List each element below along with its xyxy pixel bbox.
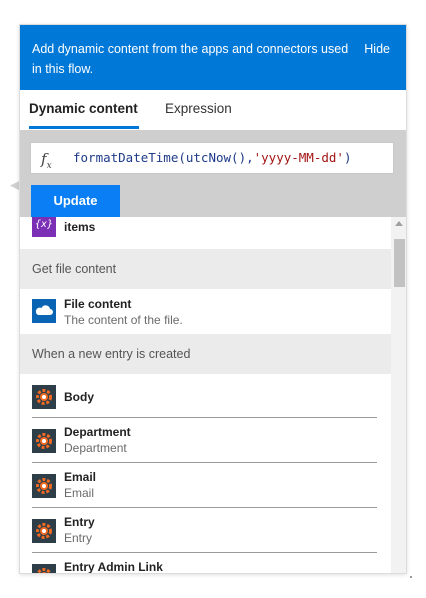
scrollbar-thumb[interactable] [394, 239, 405, 287]
corner-dot [410, 576, 412, 578]
item-divider [32, 507, 377, 508]
list-item-body[interactable]: Body [20, 374, 391, 418]
cognito-forms-gear-icon [32, 474, 56, 498]
list-scrollbar[interactable] [391, 217, 406, 573]
list-item-title: Department [64, 425, 131, 439]
item-divider [32, 417, 377, 418]
list-item-subtitle: The content of the file. [64, 313, 183, 327]
list-item-department[interactable]: Department Department [20, 419, 391, 463]
onedrive-cloud-icon [32, 299, 56, 323]
cognito-forms-gear-icon [32, 564, 56, 573]
list-item-subtitle: Entry [64, 531, 93, 545]
variable-icon: {x} [32, 217, 56, 237]
list-item-file-content[interactable]: File content The content of the file. [20, 289, 391, 333]
list-item-email[interactable]: Email Email [20, 464, 391, 508]
list-item-title: File content [64, 297, 132, 311]
expression-function-text: formatDateTime(utcNow(), [73, 150, 254, 165]
tab-bar: Dynamic content Expression [20, 90, 406, 130]
list-item-subtitle: Department [64, 441, 127, 455]
list-item-title: Email [64, 470, 97, 484]
fx-function-icon: fx [41, 150, 52, 171]
list-item-title: Entry [64, 515, 95, 529]
item-divider [32, 552, 377, 553]
tab-dynamic-content[interactable]: Dynamic content [29, 100, 138, 118]
hide-button[interactable]: Hide [364, 39, 390, 59]
scroll-up-arrow-icon[interactable] [395, 221, 403, 226]
active-tab-indicator [29, 126, 139, 129]
list-item-title: Body [64, 390, 94, 404]
tab-expression[interactable]: Expression [165, 100, 232, 118]
expression-input[interactable]: formatDateTime(utcNow(),'yyyy-MM-dd') [73, 143, 391, 173]
list-item-items[interactable]: {x} items [20, 217, 391, 245]
expression-closing-paren: ) [343, 150, 352, 165]
section-header-new-entry-created: When a new entry is created [20, 334, 391, 374]
expression-string-literal: 'yyyy-MM-dd' [253, 150, 344, 165]
list-item-subtitle: Email [64, 486, 95, 500]
cognito-forms-gear-icon [32, 429, 56, 453]
update-button[interactable]: Update [31, 185, 120, 217]
item-divider [32, 462, 377, 463]
list-item-title: items [64, 220, 96, 234]
list-item-entry[interactable]: Entry Entry [20, 509, 391, 553]
list-item-title: Entry Admin Link [64, 560, 163, 574]
list-item-entry-admin-link[interactable]: Entry Admin Link [20, 554, 391, 574]
expression-area: fx formatDateTime(utcNow(),'yyyy-MM-dd')… [20, 130, 406, 217]
dynamic-content-list: {x} items Get file content File content … [20, 217, 391, 574]
section-header-get-file-content: Get file content [20, 249, 391, 289]
header-description: Add dynamic content from the apps and co… [32, 42, 349, 76]
dynamic-content-panel: Add dynamic content from the apps and co… [19, 24, 407, 574]
cognito-forms-gear-icon [32, 385, 56, 409]
cognito-forms-gear-icon [32, 519, 56, 543]
expression-box[interactable]: fx formatDateTime(utcNow(),'yyyy-MM-dd') [30, 142, 394, 174]
panel-header: Add dynamic content from the apps and co… [20, 25, 406, 90]
